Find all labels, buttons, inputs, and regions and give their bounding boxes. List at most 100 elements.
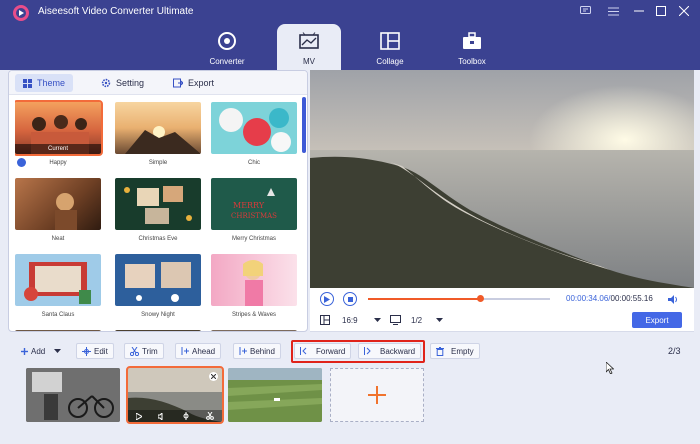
theme-thumb-snowy-night[interactable]: [115, 254, 201, 306]
app-title: Aiseesoft Video Converter Ultimate: [38, 6, 194, 17]
volume-icon[interactable]: [668, 295, 678, 304]
scissors-icon[interactable]: [206, 412, 214, 420]
play-icon: [324, 295, 330, 303]
panel-tabs: Theme Setting Export: [9, 71, 307, 95]
screen-select[interactable]: 1/2: [390, 315, 444, 325]
app-logo-icon: [13, 5, 29, 21]
tab-label: MV: [303, 57, 315, 66]
progress-handle[interactable]: [477, 295, 485, 302]
timeline-clip[interactable]: [228, 368, 322, 422]
clip-count: 2/3: [668, 346, 681, 356]
theme-thumb-santa-claus[interactable]: [15, 254, 101, 306]
screen-value: 1/2: [411, 315, 423, 325]
aspect-ratio-select[interactable]: 16:9: [320, 315, 381, 325]
play-icon[interactable]: [136, 412, 142, 420]
behind-button[interactable]: Behind: [233, 343, 281, 359]
tab-setting[interactable]: Setting: [93, 74, 152, 92]
theme-thumb-partial[interactable]: [15, 330, 101, 331]
tab-label: Export: [188, 78, 215, 88]
theme-thumb-partial[interactable]: [211, 330, 297, 331]
add-clip-button[interactable]: [330, 368, 424, 422]
export-button[interactable]: Export: [632, 312, 682, 328]
tab-theme[interactable]: Theme: [15, 74, 74, 92]
timeline-clip-selected[interactable]: [126, 366, 224, 424]
theme-thumb-stripes-waves[interactable]: [211, 254, 297, 306]
theme-thumb-simple[interactable]: [115, 102, 201, 154]
aspect-ratio-value: 16:9: [342, 315, 358, 325]
tab-converter[interactable]: Converter: [195, 24, 259, 70]
gear-icon: [101, 78, 111, 88]
stop-button[interactable]: [343, 292, 357, 306]
title-bar: Aiseesoft Video Converter Ultimate Conve…: [0, 0, 700, 70]
stop-icon: [347, 296, 353, 302]
tab-toolbox[interactable]: Toolbox: [440, 24, 504, 70]
theme-thumb-chic[interactable]: [211, 102, 297, 154]
chevron-down-icon: [373, 318, 381, 322]
video-preview: [310, 70, 694, 288]
player-controls: 00:00:34.06/00:00:55.16 16:9 1/2 Export: [310, 288, 694, 332]
theme-label: Chic: [247, 160, 260, 166]
feedback-icon[interactable]: [578, 4, 592, 18]
plus-icon: [239, 347, 247, 355]
svg-text:MERRY: MERRY: [233, 201, 265, 210]
tab-label: Converter: [209, 57, 245, 66]
trim-button[interactable]: Trim: [124, 343, 164, 359]
empty-label: Empty: [451, 346, 474, 356]
mv-icon: [299, 32, 319, 49]
theme-label: Santa Claus: [41, 312, 75, 318]
progress-bar[interactable]: [368, 295, 550, 302]
trim-label: Trim: [142, 346, 158, 356]
edit-button[interactable]: Edit: [76, 343, 114, 359]
maximize-icon[interactable]: [654, 4, 668, 18]
behind-label: Behind: [250, 346, 275, 356]
empty-button[interactable]: Empty: [430, 343, 480, 359]
theme-thumb-merry-christmas[interactable]: MERRY CHRISTMAS: [211, 178, 297, 230]
plus-icon: [21, 347, 28, 355]
theme-label: Snowy Night: [141, 312, 175, 318]
progress-fill: [368, 298, 481, 300]
preview-image: [310, 70, 694, 288]
play-button[interactable]: [320, 292, 334, 306]
chevron-down-icon: [436, 318, 444, 322]
theme-thumb-neat[interactable]: [15, 178, 101, 230]
tab-label: Collage: [376, 57, 404, 66]
edit-label: Edit: [94, 346, 108, 356]
theme-thumb-happy[interactable]: Current: [15, 100, 103, 156]
trash-icon: [436, 346, 444, 356]
theme-thumb-partial[interactable]: [115, 330, 201, 331]
chevron-down-icon: [54, 349, 62, 353]
edit-icon: [82, 346, 91, 356]
tab-label: Setting: [116, 78, 145, 88]
volume-icon[interactable]: [158, 412, 166, 420]
tab-mv[interactable]: MV: [277, 24, 341, 70]
scissors-icon: [130, 346, 139, 356]
collage-icon: [380, 32, 400, 50]
add-button[interactable]: Add: [16, 343, 66, 359]
aspect-ratio-icon: [320, 315, 330, 325]
theme-label: Happy: [49, 160, 67, 166]
monitor-icon: [390, 315, 401, 325]
theme-thumb-christmas-eve[interactable]: [115, 178, 201, 230]
add-label: Add: [31, 346, 46, 356]
timeline-clip[interactable]: [26, 368, 120, 422]
clip-controls: [128, 410, 222, 422]
edit-icon[interactable]: [182, 412, 190, 420]
scrollbar[interactable]: [301, 95, 307, 331]
tab-collage[interactable]: Collage: [358, 24, 422, 70]
tab-export[interactable]: Export: [165, 74, 222, 92]
tab-label: Toolbox: [458, 57, 486, 66]
close-icon[interactable]: [677, 4, 691, 18]
export-icon: [173, 78, 183, 88]
converter-icon: [218, 32, 236, 50]
minimize-icon[interactable]: [632, 4, 646, 18]
plus-icon: [181, 347, 189, 355]
svg-text:CHRISTMAS: CHRISTMAS: [231, 212, 277, 220]
theme-label: Stripes & Waves: [231, 312, 277, 318]
ahead-button[interactable]: Ahead: [175, 343, 222, 359]
theme-panel: Theme Setting Export Current Happy Simpl…: [8, 70, 308, 332]
menu-icon[interactable]: [606, 4, 620, 18]
plus-icon: [368, 386, 386, 404]
scrollbar-thumb[interactable]: [302, 97, 306, 153]
close-icon[interactable]: [209, 372, 218, 381]
highlight-box: [291, 340, 425, 363]
